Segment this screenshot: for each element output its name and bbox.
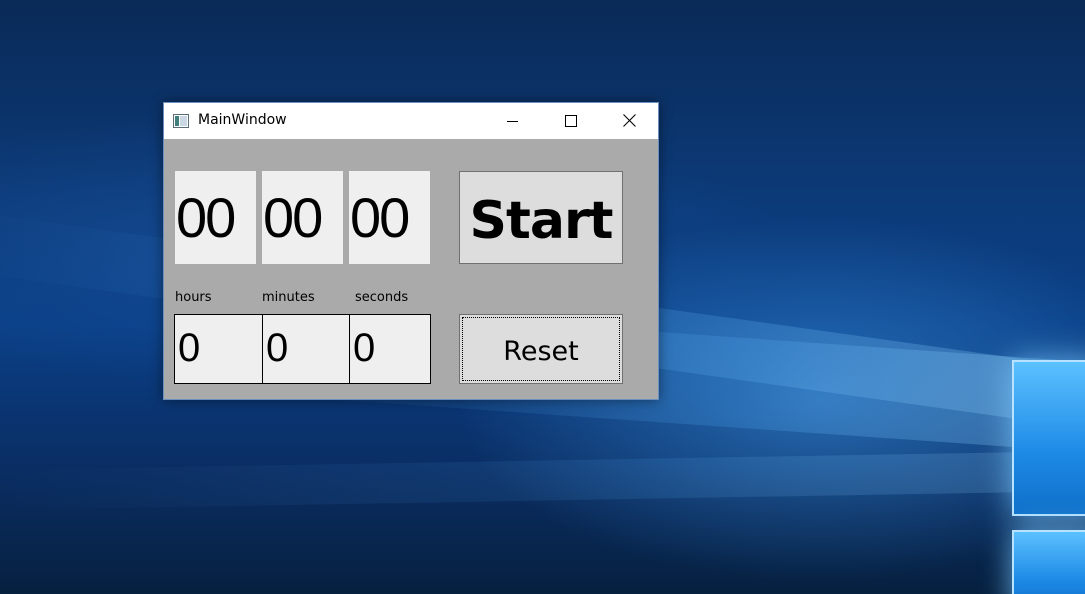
window-title: MainWindow bbox=[198, 112, 287, 128]
minimize-icon bbox=[507, 112, 519, 131]
close-button[interactable] bbox=[600, 103, 658, 139]
app-window-icon bbox=[173, 113, 189, 128]
maximize-icon bbox=[565, 112, 577, 131]
reset-button-label: Reset bbox=[503, 335, 579, 367]
seconds-label: seconds bbox=[355, 290, 409, 305]
minutes-input[interactable]: 0 bbox=[262, 314, 350, 384]
minutes-display: 00 bbox=[262, 171, 343, 264]
minimize-button[interactable] bbox=[484, 103, 542, 139]
start-button[interactable]: Start bbox=[459, 171, 623, 264]
close-icon bbox=[622, 112, 636, 131]
hours-label: hours bbox=[175, 290, 212, 305]
wallpaper-light-beam bbox=[0, 451, 1085, 510]
hours-display: 00 bbox=[175, 171, 256, 264]
wallpaper-logo-panel bbox=[1012, 530, 1085, 594]
wallpaper-logo-panel bbox=[1012, 360, 1085, 516]
minutes-label: minutes bbox=[262, 290, 315, 305]
maximize-button[interactable] bbox=[542, 103, 600, 139]
main-window: MainWindow 00 00 00 Start hours minutes … bbox=[163, 102, 659, 400]
title-bar[interactable]: MainWindow bbox=[164, 103, 658, 139]
seconds-display: 00 bbox=[349, 171, 430, 264]
reset-button[interactable]: Reset bbox=[459, 314, 623, 384]
seconds-input[interactable]: 0 bbox=[349, 314, 431, 384]
hours-input[interactable]: 0 bbox=[174, 314, 263, 384]
